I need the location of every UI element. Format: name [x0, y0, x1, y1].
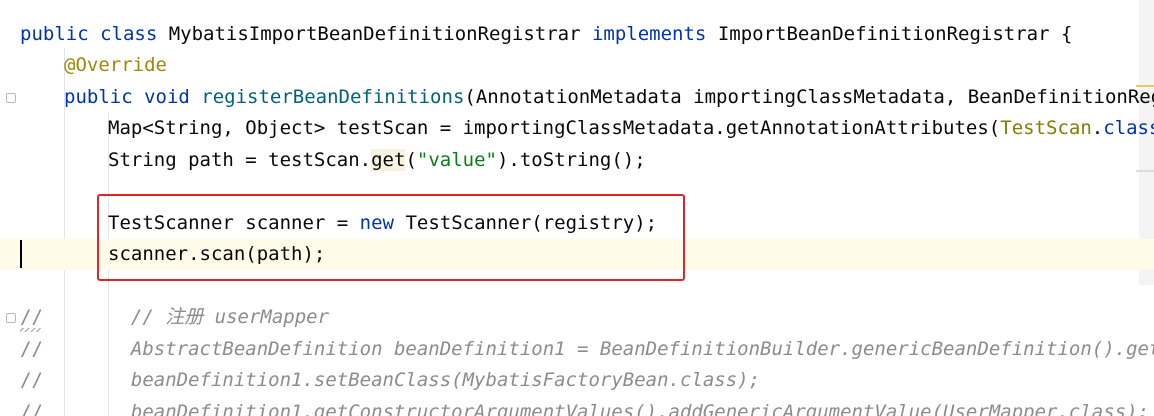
- keyword: public class: [20, 23, 169, 45]
- code-text: ImportBeanDefinitionRegistrar {: [717, 23, 1073, 45]
- highlight-box: [97, 194, 685, 281]
- code-line-1[interactable]: public class MybatisImportBeanDefinition…: [0, 19, 1154, 50]
- text-caret: [20, 240, 22, 268]
- code-text: Map<String, Object> testScan = importing…: [108, 117, 1001, 139]
- class-name: MybatisImportBeanDefinitionRegistrar: [168, 23, 592, 45]
- line-comment-marker: //: [20, 338, 43, 360]
- code-line-4[interactable]: Map<String, Object> testScan = importing…: [0, 113, 1154, 144]
- method-name: registerBeanDefinitions: [201, 86, 465, 108]
- code-text: ).toString();: [496, 149, 646, 171]
- keyword: public void: [64, 86, 202, 108]
- code-text: (: [405, 149, 417, 171]
- class-reference: TestScan: [1000, 117, 1092, 139]
- comment-text: beanDefinition1.setBeanClass(MybatisFact…: [130, 369, 761, 391]
- comment-text: AbstractBeanDefinition beanDefinition1 =…: [130, 338, 1154, 360]
- code-text: .: [1091, 117, 1104, 139]
- code-text: (AnnotationMetadata importingClassMetada…: [464, 86, 1154, 108]
- code-line-5[interactable]: String path = testScan.get("value").toSt…: [0, 145, 1154, 176]
- line-comment-marker: //: [20, 369, 43, 391]
- string-literal: "value": [416, 149, 497, 171]
- comment-text: beanDefinition1.getConstructorArgumentVa…: [130, 401, 1149, 416]
- code-line-10[interactable]: // // 注册 userMapper: [0, 302, 1154, 333]
- comment-text: // 注册 userMapper: [130, 306, 330, 328]
- line-comment-marker: //: [20, 401, 43, 416]
- method-call: get: [371, 149, 406, 171]
- code-line-11[interactable]: // AbstractBeanDefinition beanDefinition1…: [0, 334, 1154, 365]
- code-text: String path = testScan.: [108, 149, 372, 171]
- code-editor[interactable]: public class MybatisImportBeanDefinition…: [0, 0, 1154, 416]
- code-line-12[interactable]: // beanDefinition1.setBeanClass(MybatisFa…: [0, 365, 1154, 396]
- line-comment-marker: //: [20, 306, 43, 328]
- code-line-3[interactable]: public void registerBeanDefinitions(Anno…: [0, 82, 1154, 113]
- keyword: implements: [591, 23, 718, 45]
- code-line-2[interactable]: @Override: [0, 50, 1154, 81]
- keyword: class: [1103, 117, 1154, 139]
- annotation: @Override: [64, 54, 167, 76]
- code-line-13[interactable]: // beanDefinition1.getConstructorArgument…: [0, 397, 1154, 416]
- warning-squiggle: [20, 328, 42, 332]
